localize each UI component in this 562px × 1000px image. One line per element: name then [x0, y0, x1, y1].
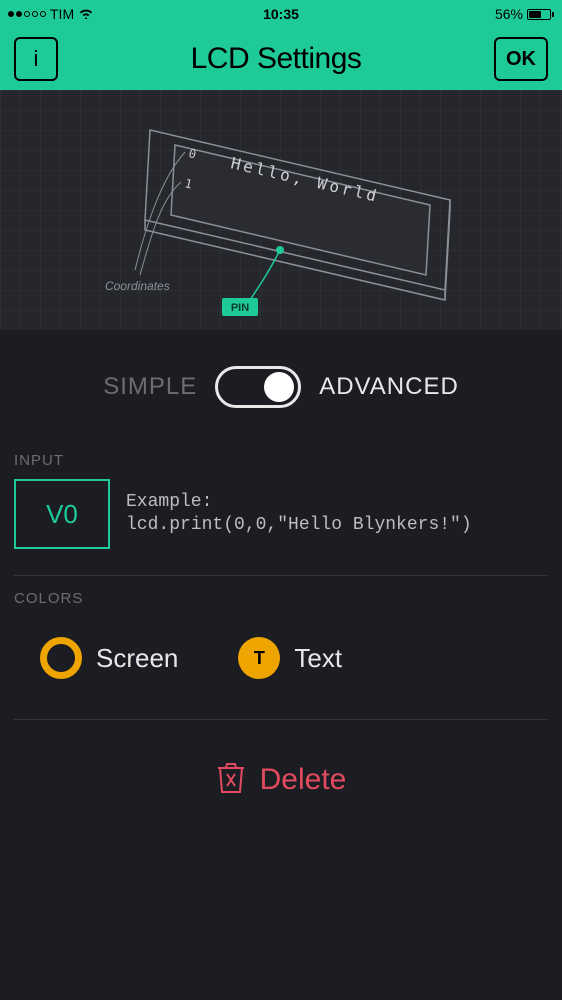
pin-value: V0 [46, 499, 78, 530]
signal-strength-icon [8, 11, 46, 17]
text-color-fill-icon: T [238, 637, 280, 679]
pin-selector[interactable]: V0 [14, 479, 110, 549]
example-text: Example: lcd.print(0,0,"Hello Blynkers!"… [126, 491, 472, 538]
screen-color-picker[interactable]: Screen [40, 637, 178, 679]
battery-icon [527, 9, 554, 20]
ok-button[interactable]: OK [494, 37, 548, 81]
ok-label: OK [506, 48, 536, 71]
header: i LCD Settings OK [0, 28, 562, 90]
info-button[interactable]: i [14, 37, 58, 81]
battery-pct-label: 56% [495, 6, 523, 22]
mode-toggle-row: SIMPLE ADVANCED [0, 330, 562, 438]
input-section-label: INPUT [0, 438, 562, 479]
delete-label: Delete [260, 763, 347, 797]
text-color-picker[interactable]: T Text [238, 637, 342, 679]
info-icon: i [34, 46, 39, 72]
example-line1: Example: [126, 491, 472, 514]
simple-label[interactable]: SIMPLE [103, 373, 197, 401]
status-right: 56% [495, 6, 554, 22]
input-row: V0 Example: lcd.print(0,0,"Hello Blynker… [0, 479, 562, 575]
screen-color-ring-icon [40, 637, 82, 679]
coordinates-label: Coordinates [105, 279, 170, 293]
text-color-letter: T [254, 648, 265, 669]
screen-color-label: Screen [96, 643, 178, 674]
carrier-label: TIM [50, 6, 74, 22]
status-time: 10:35 [263, 6, 299, 22]
advanced-label[interactable]: ADVANCED [319, 373, 459, 401]
status-left: TIM [8, 6, 94, 22]
lcd-diagram: 0 1 Hello, World Coordinates PIN [0, 90, 562, 330]
trash-icon [216, 760, 246, 799]
text-color-label: Text [294, 643, 342, 674]
lcd-illustration: 0 1 Hello, World Coordinates PIN [0, 90, 562, 330]
example-line2: lcd.print(0,0,"Hello Blynkers!") [126, 514, 472, 537]
colors-row: Screen T Text [0, 617, 562, 719]
colors-section-label: COLORS [0, 576, 562, 617]
wifi-icon [78, 6, 94, 22]
mode-toggle[interactable] [215, 366, 301, 408]
toggle-knob [264, 372, 294, 402]
delete-button[interactable]: Delete [0, 720, 562, 839]
status-bar: TIM 10:35 56% [0, 0, 562, 28]
page-title: LCD Settings [191, 42, 362, 76]
pin-badge-label: PIN [231, 302, 249, 314]
